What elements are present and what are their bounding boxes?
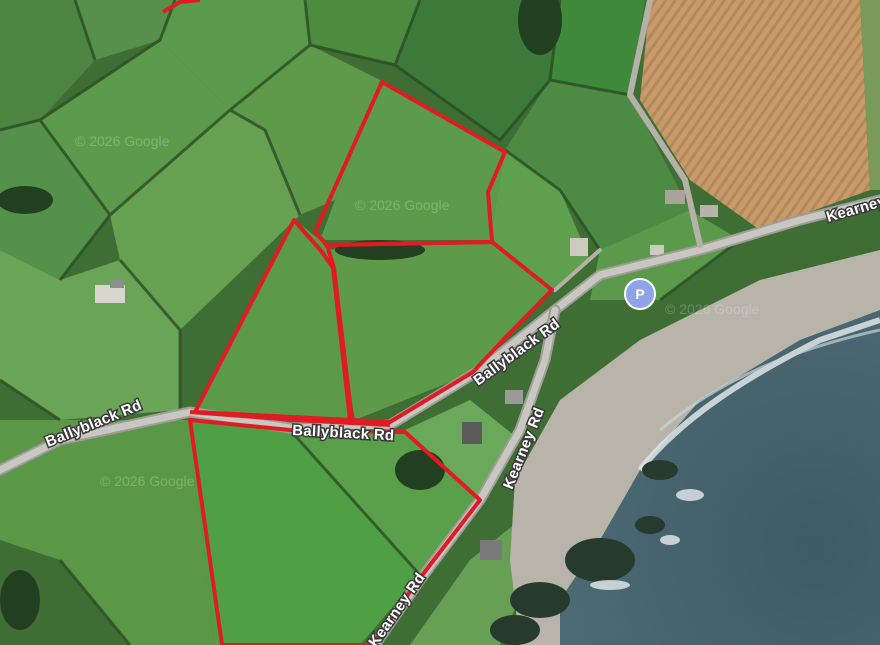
map-canvas[interactable]: © 2026 Google © 2026 Google © 2026 Googl… <box>0 0 880 645</box>
parking-marker[interactable]: P <box>624 278 656 310</box>
satellite-map[interactable]: © 2026 Google © 2026 Google © 2026 Googl… <box>0 0 880 645</box>
watermark-2: © 2026 Google <box>355 197 450 213</box>
watermark-3: © 2026 Google <box>100 473 195 489</box>
watermark-4: © 2026 Google <box>665 301 760 317</box>
watermark-1: © 2026 Google <box>75 133 170 149</box>
parking-label: P <box>635 286 644 302</box>
